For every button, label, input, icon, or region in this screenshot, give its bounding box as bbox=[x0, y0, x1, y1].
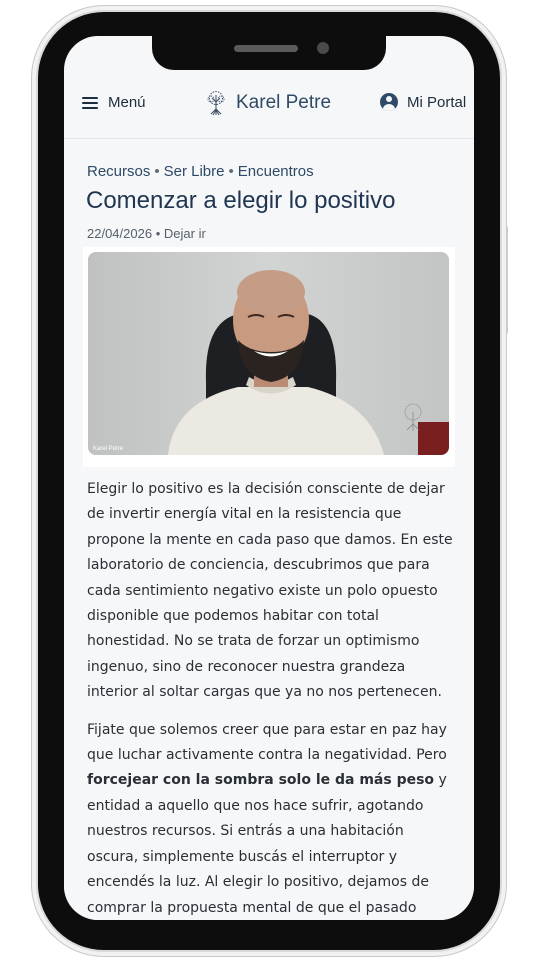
phone-power-button bbox=[502, 225, 508, 335]
breadcrumb: Recursos • Ser Libre • Encuentros bbox=[87, 163, 314, 180]
brand-name: Karel Petre bbox=[236, 92, 332, 113]
breadcrumb-link-recursos[interactable]: Recursos bbox=[87, 163, 150, 180]
video-thumbnail bbox=[88, 252, 449, 455]
menu-label: Menú bbox=[108, 94, 146, 111]
breadcrumb-separator: • bbox=[228, 163, 234, 180]
article-tag[interactable]: Dejar ir bbox=[164, 226, 206, 241]
paragraph-text: y entidad a aquello que nos hace sufrir,… bbox=[87, 772, 447, 916]
paragraph-text: Fijate que solemos creer que para estar … bbox=[87, 721, 447, 764]
my-portal-button[interactable]: Mi Portal bbox=[380, 93, 466, 111]
meta-separator: • bbox=[155, 226, 161, 241]
article-paragraph: Elegir lo positivo es la decisión consci… bbox=[87, 481, 453, 701]
video-caption: Karel Petre bbox=[93, 446, 124, 452]
app-header: Menú Karel Petre Mi Portal bbox=[64, 70, 474, 139]
brand-logo-link[interactable]: Karel Petre bbox=[204, 90, 331, 116]
article-body: Elegir lo positivo es la decisión consci… bbox=[87, 477, 457, 920]
video-player[interactable]: Karel Petre bbox=[83, 247, 455, 467]
menu-button[interactable]: Menú bbox=[82, 94, 146, 111]
video-frame[interactable]: Karel Petre bbox=[88, 252, 449, 455]
article-card: Recursos • Ser Libre • Encuentros Comenzar a… bbox=[64, 139, 474, 920]
tree-logo-icon bbox=[207, 91, 225, 116]
front-camera bbox=[317, 42, 329, 54]
article-date: 22/04/2026 bbox=[87, 226, 153, 241]
speaker-grille bbox=[234, 45, 298, 52]
breadcrumb-link-encuentros[interactable]: Encuentros bbox=[238, 163, 314, 180]
phone-screen: Menú Karel Petre Mi Portal Recursos•Se bbox=[64, 36, 474, 920]
paragraph-bold-text: forcejear con la sombra solo le da más p… bbox=[87, 772, 435, 789]
page-title: Comenzar a elegir lo positivo bbox=[86, 187, 396, 214]
article-meta: 22/04/2026 • Dejar ir bbox=[87, 226, 206, 241]
phone-notch bbox=[152, 36, 386, 70]
breadcrumb-separator: • bbox=[154, 163, 160, 180]
breadcrumb-link-ser-libre[interactable]: Ser Libre bbox=[164, 163, 225, 180]
user-circle-icon bbox=[380, 93, 398, 111]
portal-label: Mi Portal bbox=[407, 93, 467, 111]
article-paragraph: Fijate que solemos creer que para estar … bbox=[87, 718, 457, 920]
hamburger-icon bbox=[82, 96, 98, 109]
